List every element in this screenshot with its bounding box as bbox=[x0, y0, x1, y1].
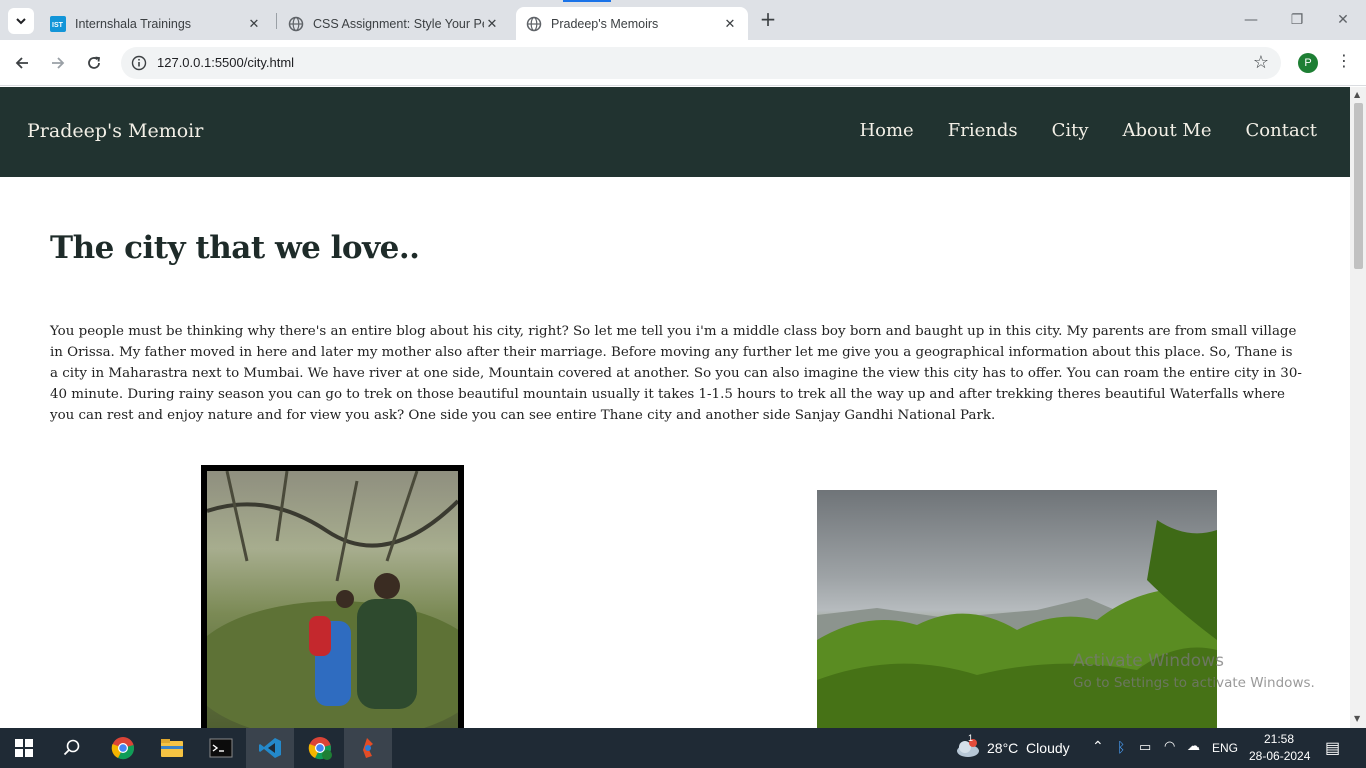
site-navbar: Pradeep's Memoir Home Friends City About… bbox=[0, 87, 1350, 177]
close-tab-icon[interactable]: ✕ bbox=[246, 16, 262, 32]
nav-link-friends[interactable]: Friends bbox=[948, 120, 1018, 141]
tab-separator bbox=[276, 13, 277, 29]
profile-avatar[interactable]: P bbox=[1298, 53, 1318, 73]
globe-icon bbox=[526, 16, 542, 31]
activate-windows-watermark: Activate Windows Go to Settings to activ… bbox=[1073, 651, 1315, 691]
globe-icon bbox=[288, 16, 304, 31]
reload-icon bbox=[88, 56, 101, 69]
nav-link-contact[interactable]: Contact bbox=[1246, 120, 1317, 141]
site-brand[interactable]: Pradeep's Memoir bbox=[27, 120, 203, 142]
windows-taskbar: 1 28°C Cloudy ⌃ ᛒ ▭ ◠ ☁ ENG 21:58 28-06-… bbox=[0, 728, 1366, 768]
page-heading: The city that we love.. bbox=[50, 230, 420, 266]
arrow-left-icon bbox=[15, 57, 28, 69]
notifications-icon[interactable]: ▤ bbox=[1325, 738, 1340, 758]
terminal-icon[interactable] bbox=[207, 734, 235, 762]
scroll-up-icon[interactable]: ▲ bbox=[1354, 90, 1360, 99]
trek-photo bbox=[201, 465, 464, 728]
tab-css-assignment[interactable]: CSS Assignment: Style Your Pers ✕ bbox=[278, 7, 510, 40]
browser-toolbar: 127.0.0.1:5500/city.html ☆ P ⋮ bbox=[0, 40, 1366, 86]
svg-text:IST: IST bbox=[52, 22, 64, 29]
nav-link-about-me[interactable]: About Me bbox=[1123, 120, 1212, 141]
nav-link-home[interactable]: Home bbox=[859, 120, 913, 141]
mountain-photo-art bbox=[817, 520, 1217, 728]
wifi-icon[interactable]: ◠ bbox=[1164, 738, 1175, 754]
tray-chevron-up-icon[interactable]: ⌃ bbox=[1092, 738, 1104, 755]
address-bar[interactable]: 127.0.0.1:5500/city.html ☆ bbox=[121, 47, 1281, 79]
more-menu-icon[interactable]: ⋮ bbox=[1336, 51, 1352, 70]
internshala-icon: IST bbox=[50, 15, 66, 32]
vscode-icon[interactable] bbox=[256, 734, 284, 762]
bluetooth-icon[interactable]: ᛒ bbox=[1117, 739, 1125, 755]
trek-photo-art bbox=[207, 471, 458, 728]
site-menu: Home Friends City About Me Contact bbox=[859, 120, 1317, 141]
clock-time[interactable]: 21:58 bbox=[1264, 732, 1294, 746]
city-description: You people must be thinking why there's … bbox=[50, 324, 1302, 423]
close-tab-icon[interactable]: ✕ bbox=[722, 16, 738, 32]
weather-text[interactable]: 28°C Cloudy bbox=[987, 740, 1070, 756]
close-window-icon[interactable]: ✕ bbox=[1328, 8, 1358, 32]
tab-search-button[interactable] bbox=[8, 8, 34, 34]
windows-start-icon[interactable] bbox=[10, 734, 38, 762]
tab-title: Pradeep's Memoirs bbox=[551, 16, 659, 31]
mountain-photo bbox=[817, 490, 1217, 728]
page-viewport: Pradeep's Memoir Home Friends City About… bbox=[0, 87, 1350, 728]
search-icon[interactable] bbox=[58, 734, 86, 762]
nav-link-city[interactable]: City bbox=[1052, 120, 1089, 141]
tab-title: Internshala Trainings bbox=[75, 16, 192, 31]
scrollbar-thumb[interactable] bbox=[1354, 103, 1363, 269]
watermark-line-2: Go to Settings to activate Windows. bbox=[1073, 675, 1315, 691]
minimize-icon[interactable]: — bbox=[1236, 8, 1266, 32]
reload-button[interactable] bbox=[82, 51, 106, 75]
language-indicator[interactable]: ENG bbox=[1212, 741, 1238, 755]
tab-strip-indicator bbox=[563, 0, 611, 2]
new-tab-icon[interactable]: + bbox=[757, 8, 779, 32]
file-explorer-icon[interactable] bbox=[158, 734, 186, 762]
forward-button[interactable] bbox=[46, 51, 70, 75]
bookmark-star-icon[interactable]: ☆ bbox=[1253, 52, 1269, 73]
onedrive-cloud-icon[interactable]: ☁ bbox=[1187, 738, 1200, 754]
close-tab-icon[interactable]: ✕ bbox=[484, 16, 500, 32]
url-text: 127.0.0.1:5500/city.html bbox=[157, 55, 295, 70]
scroll-down-icon[interactable]: ▼ bbox=[1354, 714, 1360, 723]
back-button[interactable] bbox=[10, 51, 34, 75]
chevron-down-icon bbox=[16, 18, 26, 25]
browser-tab-strip: IST Internshala Trainings ✕ CSS Assignme… bbox=[0, 0, 1366, 40]
app-icon[interactable] bbox=[354, 734, 382, 762]
tab-pradeeps-memoirs[interactable]: Pradeep's Memoirs ✕ bbox=[516, 7, 748, 40]
restore-icon[interactable]: ❐ bbox=[1282, 8, 1312, 32]
site-info-icon[interactable] bbox=[131, 55, 147, 71]
watermark-line-1: Activate Windows bbox=[1073, 651, 1224, 671]
clock-date[interactable]: 28-06-2024 bbox=[1249, 749, 1310, 763]
battery-icon[interactable]: ▭ bbox=[1139, 739, 1151, 755]
weather-badge: 1 bbox=[968, 733, 974, 743]
chrome-icon[interactable] bbox=[109, 734, 137, 762]
tab-internshala[interactable]: IST Internshala Trainings ✕ bbox=[40, 7, 272, 40]
page-scrollbar[interactable]: ▲ ▼ bbox=[1350, 87, 1366, 728]
arrow-right-icon bbox=[52, 57, 65, 69]
tab-title: CSS Assignment: Style Your Pers bbox=[313, 16, 484, 31]
chrome-profile-icon[interactable] bbox=[306, 734, 334, 762]
